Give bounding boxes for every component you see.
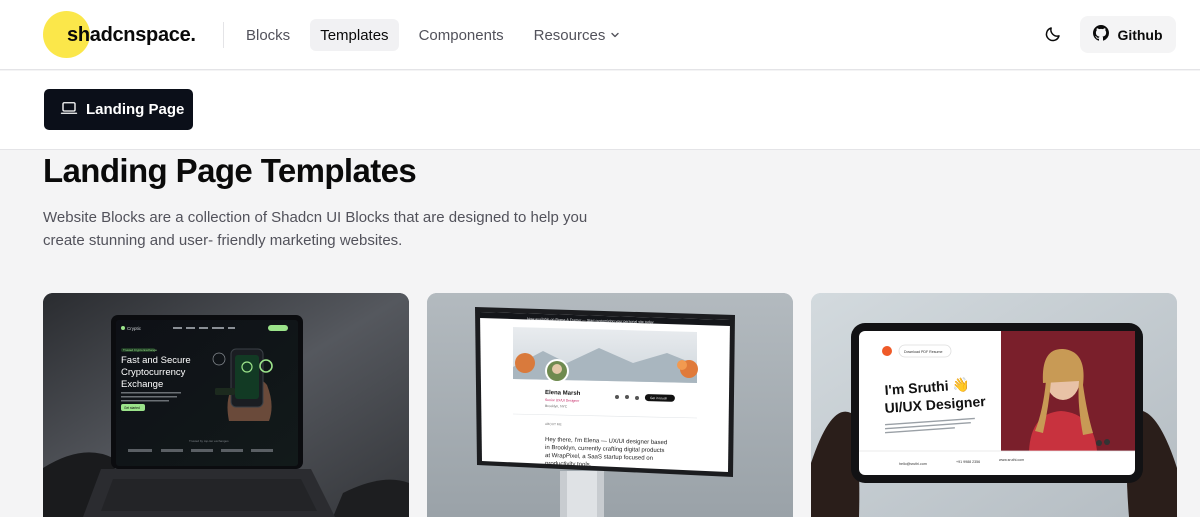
portfolio-section: ABOUT ME [545, 422, 562, 426]
nav-components[interactable]: Components [409, 19, 514, 51]
template-card-crypto[interactable]: Cryptic Trusted Crypto Exchange Fast and… [43, 293, 409, 517]
nav-divider [223, 22, 224, 48]
portfolio-intro-4: productivity tools. [545, 461, 592, 468]
template-card-portfolio[interactable]: Now available on Figma & Framer — Start … [427, 293, 793, 517]
top-navbar: shadcnspace. Blocks Templates Components… [0, 0, 1200, 70]
github-label: Github [1117, 26, 1163, 43]
crypto-badge: Trusted Crypto Exchange [123, 348, 157, 352]
github-button[interactable]: Github [1080, 16, 1176, 53]
brand-logo[interactable]: shadcnspace. [43, 11, 196, 59]
crypto-headline-1: Fast and Secure [121, 355, 191, 366]
portfolio-name: Elena Marsh [545, 390, 581, 397]
resume-email: hello@sruthi.com [899, 462, 927, 466]
nav-templates[interactable]: Templates [310, 19, 399, 51]
nav-resources-label: Resources [533, 26, 606, 44]
github-icon [1093, 25, 1117, 44]
page-title: Landing Page Templates [43, 152, 417, 189]
nav-resources[interactable]: Resources [524, 19, 631, 51]
resume-cta: Download PDF Resume [904, 350, 943, 354]
resume-preview-image: Download PDF Resume I'm Sruthi 👋 UI/UX D… [811, 293, 1177, 517]
crypto-preview-image: Cryptic Trusted Crypto Exchange Fast and… [43, 293, 409, 517]
category-tabbar: Landing Page [0, 71, 1200, 150]
crypto-headline-2: Cryptocurrency [121, 367, 186, 378]
crypto-cta: Get started [124, 406, 140, 410]
resume-phone: +91 9988 2356 [956, 460, 980, 464]
tab-landing-page[interactable]: Landing Page [44, 89, 193, 130]
crypto-trusted: Trusted by top-tier exchanges [189, 439, 229, 443]
portfolio-preview-image: Now available on Figma & Framer — Start … [427, 293, 793, 517]
portfolio-location: Brooklyn, NYC [545, 404, 568, 409]
page-description: Website Blocks are a collection of Shadc… [43, 209, 588, 249]
moon-icon [1044, 25, 1062, 48]
portfolio-cta: Get in touch [650, 396, 668, 400]
main-nav: Blocks Templates Components Resources [236, 19, 640, 51]
crypto-brand: Cryptic [127, 326, 142, 331]
resume-site: www.sruthi.com [999, 458, 1024, 462]
nav-blocks[interactable]: Blocks [236, 19, 300, 51]
tab-label: Landing Page [86, 101, 185, 118]
chevron-down-icon [610, 30, 620, 40]
crypto-headline-3: Exchange [121, 379, 163, 390]
theme-toggle-button[interactable] [1038, 21, 1068, 51]
brand-name: shadcnspace. [67, 23, 196, 46]
laptop-icon [60, 99, 86, 121]
template-card-resume[interactable]: Download PDF Resume I'm Sruthi 👋 UI/UX D… [811, 293, 1177, 517]
